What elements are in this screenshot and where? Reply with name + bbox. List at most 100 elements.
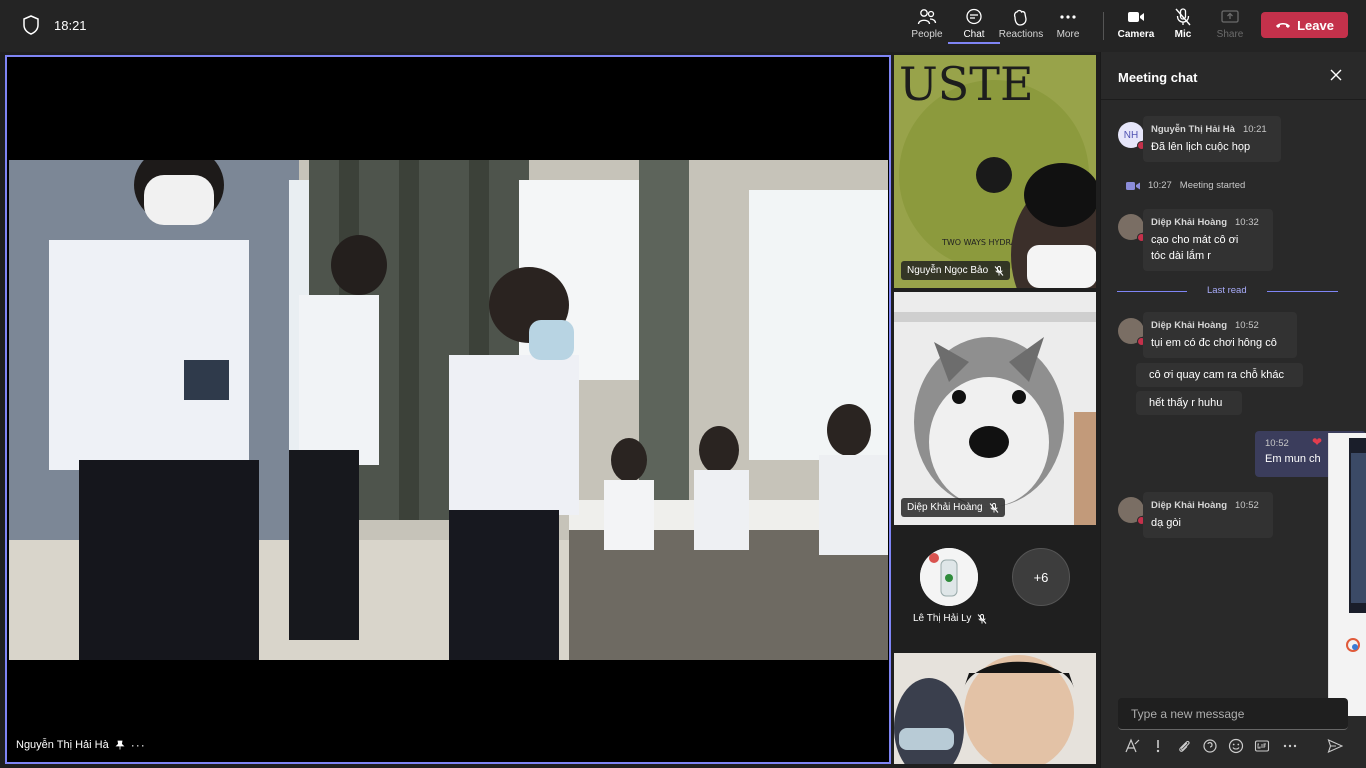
emoji-icon[interactable] (1228, 738, 1244, 754)
avatar[interactable] (1118, 318, 1146, 346)
participant-video-feed: USTE TWO WAYS HYDRA (894, 55, 1096, 288)
chat-label: Chat (948, 29, 1000, 44)
message-time: 10:32 (1235, 217, 1259, 228)
message-author: Diệp Khải Hoàng (1151, 500, 1228, 511)
leave-button[interactable]: Leave (1261, 12, 1348, 38)
format-icon[interactable] (1124, 738, 1140, 754)
participant-name: Lê Thị Hải Ly (913, 613, 972, 624)
participant-name: Diệp Khải Hoàng (907, 502, 983, 513)
chat-message[interactable]: Diệp Khải Hoàng 10:32 cạo cho mát cô ơi t… (1143, 209, 1273, 271)
share-button[interactable]: Share (1204, 8, 1256, 46)
classroom-scene-image (9, 160, 888, 660)
leave-label: Leave (1297, 17, 1334, 33)
message-meta: Diệp Khải Hoàng 10:52 (1151, 498, 1265, 514)
last-read-divider: Last read (1117, 285, 1338, 297)
avatar-initials: NH (1123, 129, 1139, 141)
message-time: 10:52 (1235, 500, 1259, 511)
camera-button[interactable]: Camera (1110, 8, 1162, 46)
poster-text: USTE (899, 57, 1034, 111)
message-text: cô ơi quay cam ra chỗ khác (1149, 369, 1284, 381)
system-time: 10:27 (1148, 180, 1172, 191)
participant-tile-diep-khai-hoang[interactable]: Diệp Khải Hoàng (894, 292, 1096, 525)
chat-message[interactable]: cô ơi quay cam ra chỗ khác (1136, 363, 1303, 387)
classroom-video-feed (9, 160, 888, 660)
people-icon (917, 9, 937, 25)
gif-icon[interactable] (1254, 738, 1270, 754)
reactions-label: Reactions (998, 29, 1044, 40)
mic-muted-icon (994, 265, 1004, 276)
mic-muted-icon (989, 502, 998, 513)
message-meta: Nguyễn Thị Hải Hà 10:21 (1151, 122, 1273, 138)
reactions-icon (1013, 9, 1027, 26)
meeting-started-notice: 10:27 Meeting started (1126, 180, 1245, 191)
message-author: Diệp Khải Hoàng (1151, 320, 1228, 331)
message-text: cạo cho mát cô ơi (1151, 234, 1239, 246)
people-button[interactable]: People (901, 8, 953, 46)
participant-tile-nguyen-ngoc-bao[interactable]: USTE TWO WAYS HYDRA Nguyễn Ngọc Bảo (894, 55, 1096, 288)
toolbar-divider (1103, 12, 1104, 40)
shield-icon (23, 15, 39, 35)
message-time: 10:52 (1235, 320, 1259, 331)
more-options-icon[interactable]: ··· (131, 738, 146, 752)
message-text: tóc dài lắm r (1151, 250, 1211, 262)
camera-icon (1128, 12, 1144, 22)
divider-line (1117, 291, 1187, 292)
chat-header: Meeting chat (1101, 52, 1366, 100)
main-video-stage[interactable]: Nguyễn Thị Hải Hà ··· (5, 55, 891, 764)
send-icon[interactable] (1327, 738, 1343, 754)
participant-name-tag: Lê Thị Hải Ly (913, 613, 987, 624)
clover-jar-avatar-image (920, 548, 978, 606)
avatar[interactable] (1118, 497, 1146, 525)
meeting-toolbar: 18:21 People Chat Reactions More Camera … (0, 0, 1366, 52)
more-label: More (1056, 29, 1080, 40)
meeting-timer: 18:21 (54, 18, 87, 33)
message-author: Nguyễn Thị Hải Hà (1151, 124, 1235, 135)
last-read-label: Last read (1207, 285, 1247, 296)
chat-message[interactable]: hết thấy r huhu (1136, 391, 1242, 415)
participant-name: Nguyễn Ngọc Bảo (907, 265, 989, 276)
floating-window-fragment[interactable] (1328, 433, 1366, 716)
share-label: Share (1216, 29, 1244, 40)
message-time: 10:21 (1242, 124, 1267, 135)
message-text: tụi em có đc chơi hông cô (1151, 337, 1277, 349)
more-options-icon[interactable] (1282, 738, 1298, 754)
chat-message[interactable]: Diệp Khải Hoàng 10:52 tụi em có đc chơi h… (1143, 312, 1297, 358)
people-label: People (911, 29, 943, 40)
close-icon[interactable] (1329, 68, 1343, 82)
message-meta: Diệp Khải Hoàng 10:52 (1151, 318, 1289, 334)
message-meta: Diệp Khải Hoàng 10:32 (1151, 215, 1265, 231)
chat-message[interactable]: Diệp Khải Hoàng 10:52 dạ gòi (1143, 492, 1273, 538)
chat-title: Meeting chat (1118, 70, 1198, 85)
participant-name-tag: Diệp Khải Hoàng (901, 498, 1005, 517)
main-participant-name: Nguyễn Thị Hải Hà (16, 739, 109, 751)
participant-avatar-le-thi-hai-ly[interactable] (920, 548, 978, 606)
video-camera-icon (1126, 181, 1140, 190)
divider-line (1267, 291, 1338, 292)
mic-muted-icon (978, 613, 987, 624)
main-video-name-label: Nguyễn Thị Hải Hà ··· (16, 738, 146, 752)
participant-name-tag: Nguyễn Ngọc Bảo (901, 261, 1011, 280)
camera-label: Camera (1117, 29, 1155, 40)
floating-window-preview (1346, 438, 1366, 652)
mic-off-icon (1175, 8, 1191, 26)
avatar[interactable] (1118, 214, 1146, 242)
chat-message[interactable]: Nguyễn Thị Hải Hà 10:21 Đã lên lịch cuộc … (1143, 116, 1281, 162)
pin-icon[interactable] (115, 740, 125, 750)
important-icon[interactable] (1150, 738, 1166, 754)
participant-video-feed (894, 653, 1096, 764)
participant-video-feed (894, 292, 1096, 525)
chat-button[interactable]: Chat (948, 8, 1000, 46)
mic-button[interactable]: Mic (1157, 8, 1209, 46)
loop-component-icon[interactable] (1202, 738, 1218, 754)
mic-label: Mic (1174, 29, 1192, 40)
message-text: Đã lên lịch cuộc họp (1151, 141, 1251, 153)
more-participants-button[interactable]: +6 (1012, 548, 1070, 606)
avatar[interactable]: NH (1118, 122, 1146, 150)
attach-icon[interactable] (1176, 738, 1192, 754)
participant-tile-self-video[interactable] (894, 653, 1096, 764)
more-button[interactable]: More (1042, 8, 1094, 46)
message-text: dạ gòi (1151, 517, 1181, 529)
reactions-button[interactable]: Reactions (995, 8, 1047, 46)
compose-message-input[interactable]: Type a new message (1118, 698, 1348, 730)
heart-reaction-icon[interactable]: ❤ (1312, 435, 1322, 449)
